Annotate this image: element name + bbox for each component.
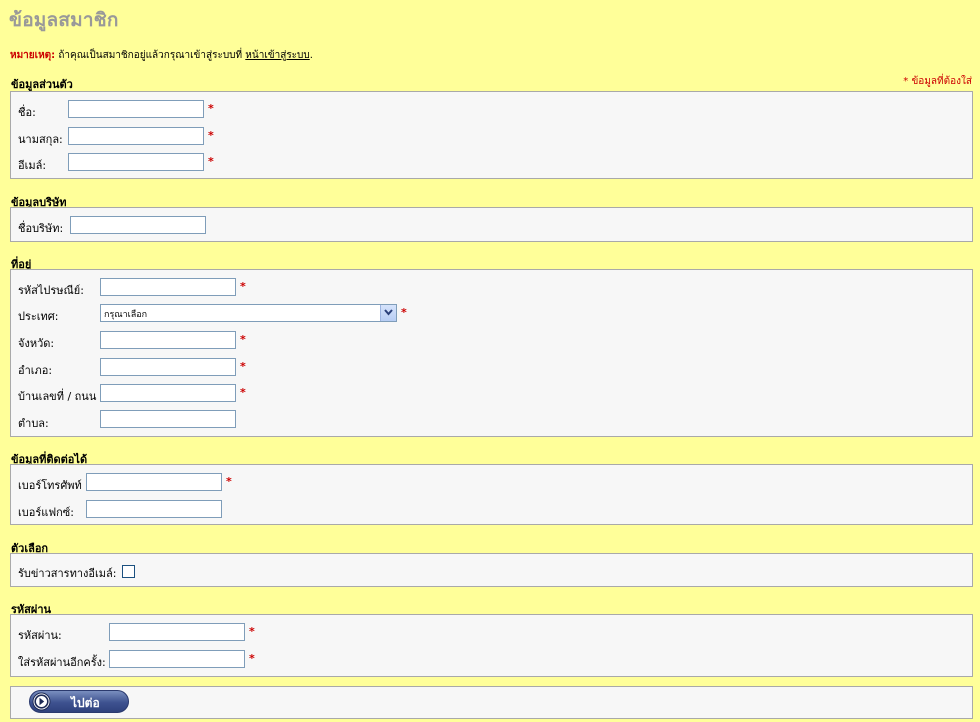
province-input[interactable]: [100, 331, 236, 349]
confirm-password-required-star: *: [249, 652, 255, 665]
options-panel: รับข่าวสารทางอีเมล์:: [10, 553, 973, 587]
page-title: ข้อมูลสมาชิก: [9, 9, 119, 31]
note-end: .: [309, 50, 313, 61]
postcode-required-star: *: [240, 280, 246, 293]
first-name-input[interactable]: [68, 100, 204, 118]
company-name-label: ชื่อบริษัท:: [18, 222, 64, 235]
login-note: หมายเหตุ: ถ้าคุณเป็นสมาชิกอยู่แล้วกรุณาเ…: [10, 48, 313, 63]
company-info-panel: ชื่อบริษัท:: [10, 207, 973, 242]
newsletter-label: รับข่าวสารทางอีเมล์:: [18, 567, 117, 580]
country-label: ประเทศ:: [18, 310, 59, 323]
password-panel: รหัสผ่าน: * ใส่รหัสผ่านอีกครั้ง: *: [10, 614, 973, 677]
confirm-password-input[interactable]: [109, 650, 245, 668]
arrow-right-circle-icon: [32, 692, 51, 711]
country-selected-value: กรุณาเลือก: [104, 310, 148, 320]
subdistrict-input[interactable]: [100, 410, 236, 428]
district-label: อำเภอ:: [18, 364, 53, 377]
country-required-star: *: [401, 306, 407, 319]
password-label: รหัสผ่าน:: [18, 629, 62, 642]
province-label: จังหวัด:: [18, 337, 55, 350]
password-required-star: *: [249, 625, 255, 638]
street-label: บ้านเลขที่ / ถนน: [18, 390, 97, 403]
address-panel: รหัสไปรษณีย์: * ประเทศ: กรุณาเลือก * จัง…: [10, 269, 973, 437]
street-required-star: *: [240, 386, 246, 399]
postcode-label: รหัสไปรษณีย์:: [18, 284, 84, 297]
email-label: อีเมล์:: [18, 159, 47, 172]
district-required-star: *: [240, 360, 246, 373]
continue-label: ไปต่อ: [71, 696, 100, 710]
email-required-star: *: [208, 155, 214, 168]
street-input[interactable]: [100, 384, 236, 402]
phone-input[interactable]: [86, 473, 222, 491]
email-input[interactable]: [68, 153, 204, 171]
first-name-label: ชื่อ:: [18, 106, 36, 119]
password-input[interactable]: [109, 623, 245, 641]
phone-required-star: *: [226, 475, 232, 488]
province-required-star: *: [240, 333, 246, 346]
last-name-label: นามสกุล:: [18, 133, 63, 146]
country-select[interactable]: กรุณาเลือก: [100, 304, 397, 322]
note-label: หมายเหตุ:: [10, 50, 56, 61]
last-name-required-star: *: [208, 129, 214, 142]
fax-label: เบอร์แฟกซ์:: [18, 506, 74, 519]
chevron-down-icon[interactable]: [380, 305, 396, 321]
subdistrict-label: ตำบล:: [18, 417, 49, 430]
submit-panel: [10, 686, 973, 719]
district-input[interactable]: [100, 358, 236, 376]
first-name-required-star: *: [208, 102, 214, 115]
phone-label: เบอร์โทรศัพท์: [18, 479, 82, 492]
company-name-input[interactable]: [70, 216, 206, 234]
fax-input[interactable]: [86, 500, 222, 518]
personal-info-panel: ชื่อ: * นามสกุล: * อีเมล์: *: [10, 91, 973, 179]
last-name-input[interactable]: [68, 127, 204, 145]
confirm-password-label: ใส่รหัสผ่านอีกครั้ง:: [18, 656, 106, 669]
required-fields-note: * ข้อมูลที่ต้องใส่: [903, 76, 972, 87]
login-page-link[interactable]: หน้าเข้าสู่ระบบ: [245, 50, 309, 61]
newsletter-checkbox[interactable]: [122, 565, 135, 578]
contact-panel: เบอร์โทรศัพท์ * เบอร์แฟกซ์:: [10, 464, 973, 525]
note-text: ถ้าคุณเป็นสมาชิกอยู่แล้วกรุณาเข้าสู่ระบบ…: [55, 50, 246, 61]
postcode-input[interactable]: [100, 278, 236, 296]
continue-button[interactable]: ไปต่อ: [29, 690, 129, 713]
